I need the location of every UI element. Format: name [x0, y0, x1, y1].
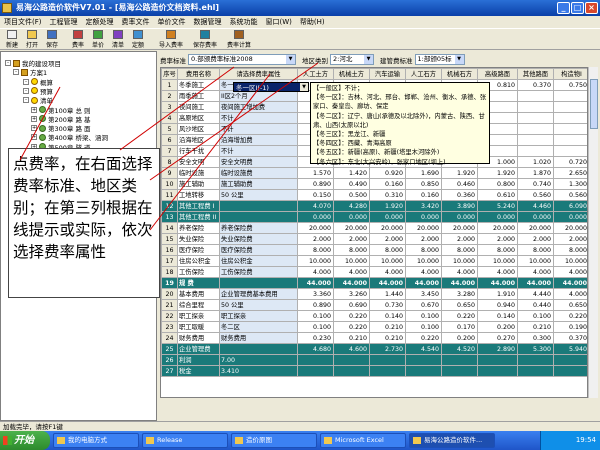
- callout-arrows: [19, 62, 319, 231]
- taskbar-task[interactable]: Microsoft Excel: [320, 433, 406, 448]
- task-icon: [57, 437, 65, 444]
- task-label: 造价原图: [246, 436, 272, 444]
- task-icon: [324, 437, 332, 444]
- task-label: Microsoft Excel: [335, 436, 384, 444]
- windows-logo-icon: [3, 436, 12, 445]
- task-label: Release: [157, 436, 183, 444]
- system-tray: 19:54: [540, 431, 600, 450]
- status-bar: 加载完毕，请按F1键: [0, 421, 600, 431]
- taskbar-task[interactable]: 易海公路造价软件...: [409, 433, 495, 448]
- task-icon: [413, 437, 421, 444]
- clock: 19:54: [575, 436, 596, 444]
- taskbar: 开始 我的电脑方式 Release 造价原图 Microsoft Excel 易海公路造…: [0, 431, 600, 450]
- task-label: 我的电脑方式: [68, 436, 107, 444]
- taskbar-task[interactable]: Release: [142, 433, 228, 448]
- arrow-to-tree: [19, 86, 61, 161]
- arrow-to-attr-column: [149, 73, 271, 231]
- task-icon: [235, 437, 243, 444]
- taskbar-task[interactable]: 我的电脑方式: [53, 433, 139, 448]
- task-icon: [146, 437, 154, 444]
- arrow-to-rate-standard: [119, 66, 235, 151]
- taskbar-task[interactable]: 造价原图: [231, 433, 317, 448]
- task-label: 易海公路造价软件...: [424, 436, 483, 444]
- start-button[interactable]: 开始: [0, 431, 50, 450]
